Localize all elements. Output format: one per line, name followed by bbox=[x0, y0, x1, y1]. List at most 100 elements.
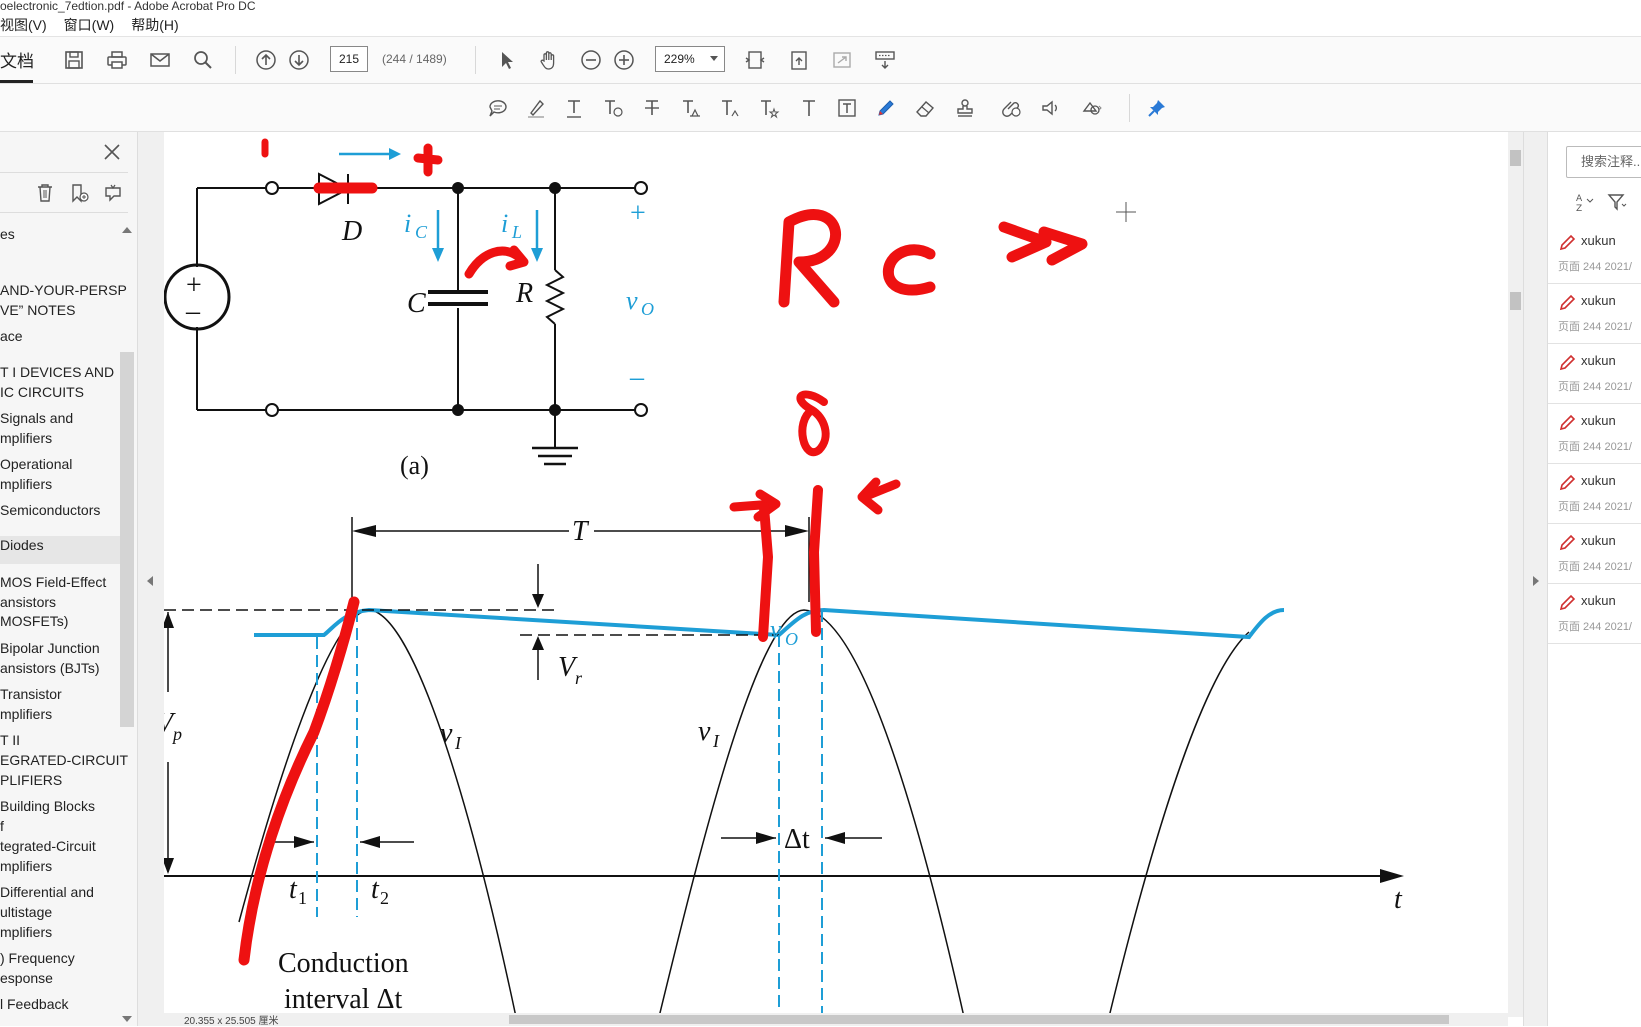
plus-terminal-label: + bbox=[630, 198, 646, 229]
stamp-button[interactable] bbox=[952, 94, 980, 122]
menu-window[interactable]: 窗口(W) bbox=[64, 14, 115, 36]
bookmark-item[interactable]: mplifiers bbox=[0, 856, 120, 876]
full-screen-button[interactable] bbox=[828, 46, 856, 74]
search-button[interactable] bbox=[189, 46, 217, 74]
scrollbar-thumb[interactable] bbox=[1510, 150, 1521, 166]
save-button[interactable] bbox=[60, 46, 88, 74]
add-text-button[interactable] bbox=[795, 94, 823, 122]
bookmark-item[interactable]: AND-YOUR-PERSP bbox=[0, 280, 127, 300]
close-panel-button[interactable] bbox=[98, 138, 126, 166]
comment-item[interactable]: xukun 页面 244 2021/ bbox=[1548, 464, 1641, 524]
bookmark-item[interactable]: mplifiers bbox=[0, 474, 120, 494]
hand-tool-button[interactable] bbox=[535, 46, 563, 74]
scroll-down-icon[interactable] bbox=[122, 1016, 132, 1022]
next-page-button[interactable] bbox=[285, 46, 313, 74]
bookmark-item[interactable]: VE” NOTES bbox=[0, 300, 120, 320]
bookmark-item[interactable]: ansistors (BJTs) bbox=[0, 658, 120, 678]
comment-item[interactable]: xukun 页面 244 2021/ bbox=[1548, 404, 1641, 464]
document-page[interactable]: D C R i C i L v O + – + – (a) T V r p v … bbox=[164, 132, 1510, 1017]
menu-help[interactable]: 帮助(H) bbox=[131, 14, 178, 36]
zoom-in-button[interactable] bbox=[610, 46, 638, 74]
bookmark-item[interactable]: PLIFIERS bbox=[0, 770, 120, 790]
bookmark-item[interactable]: EGRATED-CIRCUIT bbox=[0, 750, 128, 770]
scrollbar-thumb-marker[interactable] bbox=[1510, 292, 1521, 310]
bookmark-item[interactable]: es bbox=[0, 224, 120, 244]
shapes-button[interactable] bbox=[1078, 94, 1106, 122]
save-icon bbox=[65, 51, 83, 69]
bookmark-item[interactable]: Transistor bbox=[0, 684, 120, 704]
text-comment-button[interactable] bbox=[599, 94, 627, 122]
insert-text-button[interactable] bbox=[716, 94, 744, 122]
bookmark-item[interactable]: Operational bbox=[0, 454, 120, 474]
text-box-button[interactable] bbox=[833, 94, 861, 122]
bookmark-item[interactable]: tegrated-Circuit bbox=[0, 836, 120, 856]
left-panel-collapse-bar[interactable] bbox=[138, 132, 164, 1026]
replace-text-button[interactable] bbox=[677, 94, 705, 122]
highlight-button[interactable] bbox=[522, 94, 550, 122]
fit-page-button[interactable] bbox=[741, 46, 769, 74]
minus-circle-icon bbox=[581, 50, 601, 70]
insert-text-icon bbox=[722, 100, 739, 117]
eraser-button[interactable] bbox=[911, 94, 939, 122]
bookmark-item[interactable]: ) Frequency bbox=[0, 948, 120, 968]
menu-view[interactable]: 视图(V) bbox=[0, 14, 47, 36]
bookmark-item[interactable]: l Feedback bbox=[0, 994, 120, 1014]
bookmark-item[interactable]: T II bbox=[0, 730, 120, 750]
print-button[interactable] bbox=[103, 46, 131, 74]
keyboard-button[interactable] bbox=[871, 46, 899, 74]
text-star-button[interactable] bbox=[755, 94, 783, 122]
bookmark-item[interactable]: Building Blocks bbox=[0, 796, 120, 816]
bookmark-item[interactable]: ansistors bbox=[0, 592, 120, 612]
hscrollbar-thumb[interactable] bbox=[509, 1015, 1449, 1024]
page-count: (244 / 1489) bbox=[382, 52, 447, 66]
bookmark-item[interactable]: MOS Field-Effect bbox=[0, 572, 120, 592]
bookmark-item[interactable]: mplifiers bbox=[0, 428, 120, 448]
new-bookmark-button[interactable] bbox=[65, 179, 93, 207]
vertical-scrollbar[interactable] bbox=[1508, 132, 1523, 1017]
horizontal-scrollbar[interactable]: 20.355 x 25.505 厘米 bbox=[164, 1013, 1508, 1027]
delete-bookmark-button[interactable] bbox=[31, 179, 59, 207]
comment-item[interactable]: xukun 页面 244 2021/ bbox=[1548, 524, 1641, 584]
sort-button[interactable]: AZ bbox=[1570, 188, 1598, 216]
bookmark-item[interactable]: Semiconductors bbox=[0, 500, 120, 520]
pencil-draw-button[interactable] bbox=[872, 94, 900, 122]
sticky-note-button[interactable] bbox=[484, 94, 512, 122]
bookmark-item[interactable]: MOSFETs) bbox=[0, 611, 120, 631]
bookmark-item[interactable]: esponse bbox=[0, 968, 120, 988]
filter-button[interactable] bbox=[1603, 188, 1631, 216]
bookmark-item[interactable]: ultistage bbox=[0, 902, 120, 922]
page-number-input[interactable]: 215 bbox=[330, 46, 368, 72]
bookmark-item[interactable]: Differential and bbox=[0, 882, 120, 902]
bookmark-item[interactable]: mplifiers bbox=[0, 704, 120, 724]
comment-item[interactable]: xukun 页面 244 2021/ bbox=[1548, 344, 1641, 404]
bookmark-item[interactable]: ace bbox=[0, 326, 120, 346]
tab-underline bbox=[0, 80, 33, 83]
zoom-select[interactable]: 229% bbox=[655, 46, 725, 72]
comment-item[interactable]: xukun 页面 244 2021/ bbox=[1548, 584, 1641, 644]
record-audio-button[interactable] bbox=[1037, 94, 1065, 122]
bookmark-item[interactable]: IC CIRCUITS bbox=[0, 382, 120, 402]
attach-file-button[interactable] bbox=[998, 94, 1026, 122]
bookmark-item[interactable]: T I DEVICES AND bbox=[0, 362, 120, 382]
comment-item[interactable]: xukun 页面 244 2021/ bbox=[1548, 284, 1641, 344]
scroll-up-icon[interactable] bbox=[122, 227, 132, 233]
email-button[interactable] bbox=[146, 46, 174, 74]
bookmark-item[interactable]: mplifiers bbox=[0, 922, 120, 942]
strikethrough-button[interactable] bbox=[638, 94, 666, 122]
prev-page-button[interactable] bbox=[252, 46, 280, 74]
zoom-out-button[interactable] bbox=[577, 46, 605, 74]
right-panel-collapse-bar[interactable] bbox=[1523, 132, 1547, 1026]
bookmark-item[interactable]: f bbox=[0, 816, 120, 836]
search-comments-input[interactable]: 搜索注释... bbox=[1566, 146, 1641, 178]
rotate-page-button[interactable] bbox=[785, 46, 813, 74]
bookmark-item[interactable]: Signals and bbox=[0, 408, 120, 428]
tab-document[interactable]: 文档 bbox=[0, 47, 34, 72]
bookmark-item-selected[interactable]: Diodes bbox=[0, 536, 120, 564]
expand-bookmark-button[interactable] bbox=[99, 179, 127, 207]
bookmark-item[interactable]: Bipolar Junction bbox=[0, 638, 120, 658]
underline-text-button[interactable] bbox=[560, 94, 588, 122]
pin-toolbar-button[interactable] bbox=[1143, 94, 1171, 122]
select-tool-button[interactable] bbox=[493, 46, 521, 74]
panel-scrollbar-thumb[interactable] bbox=[120, 352, 134, 727]
comment-item[interactable]: xukun 页面 244 2021/ bbox=[1548, 224, 1641, 284]
